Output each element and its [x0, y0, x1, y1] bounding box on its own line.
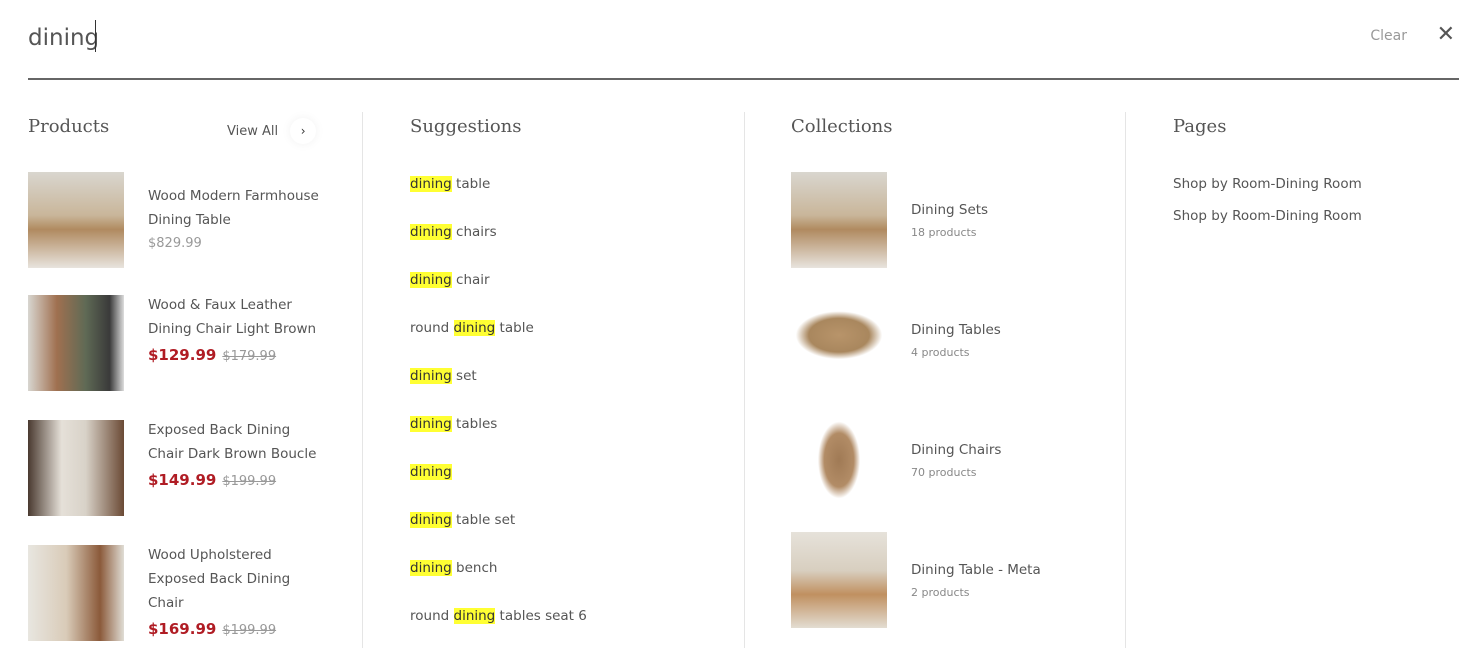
product-image	[28, 545, 124, 641]
original-price: $199.99	[222, 623, 277, 638]
suggestion-text: chair	[451, 272, 490, 288]
search-input[interactable]	[28, 20, 928, 56]
suggestion-item[interactable]: dining tables	[410, 416, 497, 432]
suggestion-match-highlight: dining	[410, 224, 452, 240]
view-all-button[interactable]: View All ›	[227, 118, 317, 144]
suggestion-text: chairs	[451, 224, 497, 240]
suggestion-text: round	[410, 320, 454, 336]
page-link[interactable]: Shop by Room-Dining Room	[1173, 208, 1362, 224]
suggestion-match-highlight: dining	[453, 608, 496, 624]
suggestion-text: bench	[451, 560, 498, 576]
column-divider	[362, 112, 363, 648]
clear-button[interactable]: Clear	[1370, 28, 1407, 44]
product-image	[28, 295, 124, 391]
products-column: Products View All › Wood Modern Farmhouse…	[28, 112, 348, 648]
product-name: Wood Modern Farmhouse Dining Table	[148, 188, 319, 228]
suggestion-text: table	[495, 320, 534, 336]
collection-item[interactable]: Dining Table - Meta 2 products	[791, 532, 1121, 628]
chevron-right-icon[interactable]: ›	[290, 118, 317, 144]
column-divider	[744, 112, 745, 648]
suggestion-item[interactable]: dining chair	[410, 272, 490, 288]
suggestion-match-highlight: dining	[410, 560, 452, 576]
original-price: $179.99	[222, 349, 277, 364]
suggestion-text: table set	[451, 512, 516, 528]
collection-image	[791, 292, 887, 388]
collection-count: 2 products	[911, 586, 970, 599]
suggestion-text: table	[451, 176, 491, 192]
collection-name: Dining Sets	[911, 202, 989, 218]
suggestion-item[interactable]: round dining table	[410, 320, 534, 336]
search-bar: Clear ✕	[28, 20, 1459, 80]
suggestion-match-highlight: dining	[410, 176, 452, 192]
page-link[interactable]: Shop by Room-Dining Room	[1173, 176, 1362, 192]
pages-heading: Pages	[1173, 116, 1227, 137]
product-image	[28, 420, 124, 516]
collection-name: Dining Tables	[911, 322, 1001, 338]
suggestion-match-highlight: dining	[410, 464, 452, 480]
products-heading: Products	[28, 116, 110, 137]
sale-price: $129.99	[148, 346, 217, 364]
collections-column: Collections Dining Sets 18 products Dinin…	[791, 112, 1121, 648]
sale-price: $149.99	[148, 471, 217, 489]
collection-name: Dining Table - Meta	[911, 562, 1041, 578]
column-divider	[1125, 112, 1126, 648]
suggestion-match-highlight: dining	[410, 272, 452, 288]
product-image	[28, 172, 124, 268]
collection-item[interactable]: Dining Chairs 70 products	[791, 412, 1121, 508]
product-item[interactable]: Exposed Back Dining Chair Dark Brown Bou…	[28, 420, 348, 520]
collection-count: 70 products	[911, 466, 977, 479]
original-price: $199.99	[222, 474, 277, 489]
suggestion-match-highlight: dining	[410, 368, 452, 384]
suggestion-text: tables seat 6	[495, 608, 587, 624]
suggestion-item[interactable]: dining bench	[410, 560, 497, 576]
suggestion-text: tables	[451, 416, 498, 432]
collection-count: 4 products	[911, 346, 970, 359]
sale-price: $169.99	[148, 620, 217, 638]
suggestion-match-highlight: dining	[410, 416, 452, 432]
suggestion-item[interactable]: dining	[410, 464, 452, 480]
suggestion-match-highlight: dining	[410, 512, 452, 528]
product-name: Wood Upholstered Exposed Back Dining Cha…	[148, 547, 291, 611]
suggestion-item[interactable]: dining table set	[410, 512, 515, 528]
collection-count: 18 products	[911, 226, 977, 239]
suggestions-heading: Suggestions	[410, 116, 522, 137]
collection-image	[791, 172, 887, 268]
text-caret	[95, 20, 96, 52]
suggestion-item[interactable]: round dining tables seat 6	[410, 608, 587, 624]
product-price: $829.99	[148, 236, 202, 251]
suggestion-item[interactable]: dining chairs	[410, 224, 497, 240]
suggestion-text: set	[451, 368, 477, 384]
suggestion-match-highlight: dining	[453, 320, 496, 336]
close-icon[interactable]: ✕	[1437, 22, 1455, 47]
product-item[interactable]: Wood Upholstered Exposed Back Dining Cha…	[28, 545, 348, 645]
collection-item[interactable]: Dining Sets 18 products	[791, 172, 1121, 268]
collection-image	[791, 412, 887, 508]
pages-column: Pages Shop by Room-Dining Room Shop by R…	[1173, 112, 1463, 648]
collection-item[interactable]: Dining Tables 4 products	[791, 292, 1121, 388]
suggestion-item[interactable]: dining set	[410, 368, 477, 384]
product-name: Exposed Back Dining Chair Dark Brown Bou…	[148, 422, 317, 462]
product-item[interactable]: Wood & Faux Leather Dining Chair Light B…	[28, 295, 348, 395]
collection-image	[791, 532, 887, 628]
suggestions-column: Suggestions dining table dining chairs din…	[410, 112, 730, 648]
suggestion-item[interactable]: dining table	[410, 176, 490, 192]
product-item[interactable]: Wood Modern Farmhouse Dining Table $829.9…	[28, 172, 348, 272]
view-all-label: View All	[227, 123, 279, 139]
collections-heading: Collections	[791, 116, 893, 137]
suggestion-text: round	[410, 608, 454, 624]
collection-name: Dining Chairs	[911, 442, 1002, 458]
product-name: Wood & Faux Leather Dining Chair Light B…	[148, 297, 317, 337]
